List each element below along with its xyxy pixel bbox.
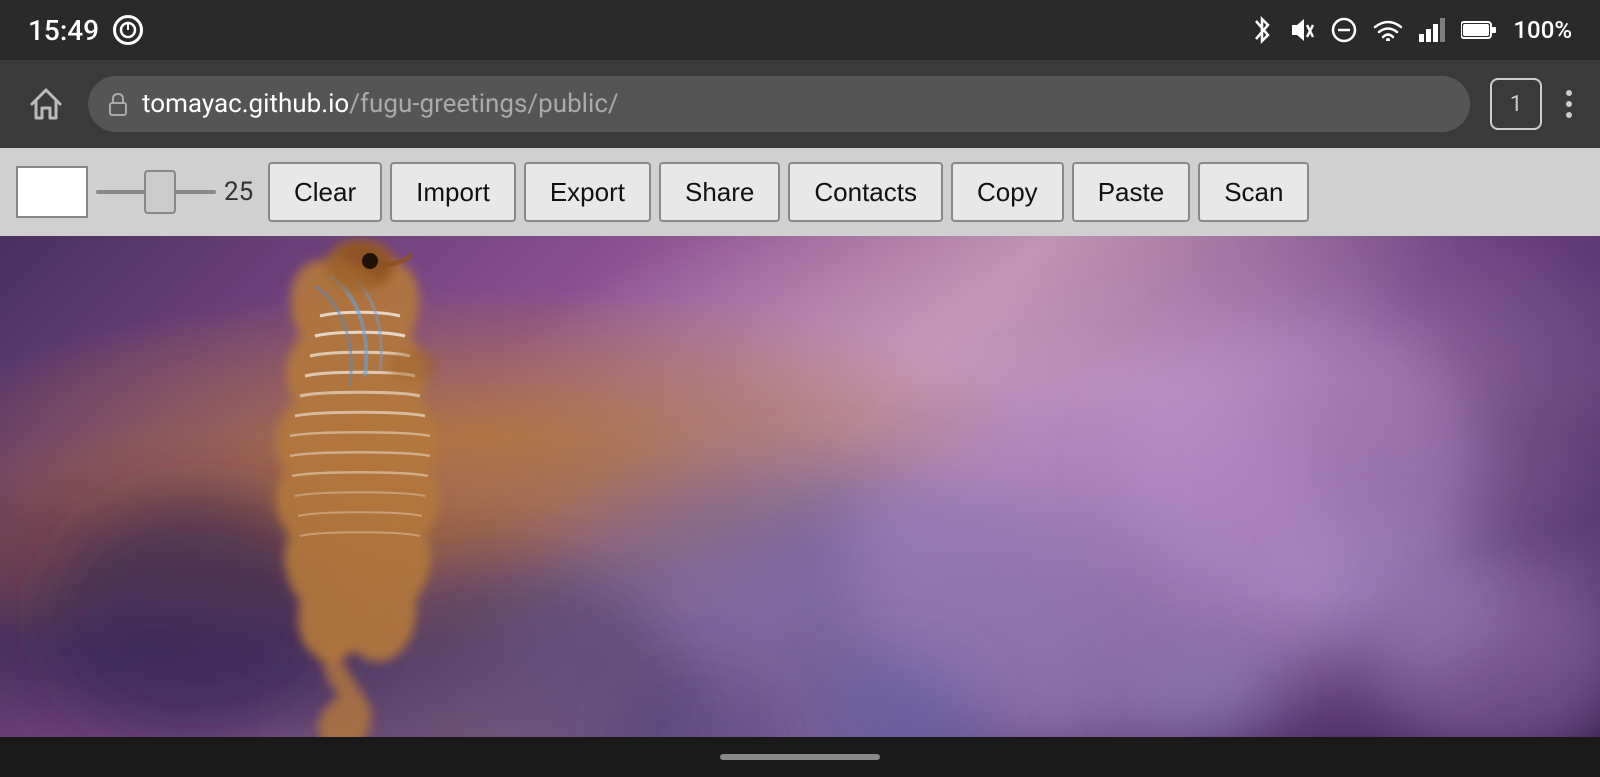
lock-icon (108, 92, 128, 116)
status-left: 15:49 (28, 14, 143, 47)
url-base: tomayac.github.io (142, 89, 349, 119)
menu-dot-2 (1566, 101, 1572, 107)
status-bar: 15:49 (0, 0, 1600, 60)
color-swatch[interactable] (16, 166, 88, 218)
status-app-icon (113, 15, 143, 45)
wifi-icon (1373, 19, 1403, 41)
menu-dot-1 (1566, 90, 1572, 96)
battery-icon (1461, 19, 1497, 41)
url-bar[interactable]: tomayac.github.io/fugu-greetings/public/ (88, 76, 1470, 132)
overflow-menu-button[interactable] (1562, 86, 1576, 122)
home-indicator[interactable] (720, 754, 880, 760)
slider-track[interactable] (96, 190, 216, 194)
tab-switcher-button[interactable]: 1 (1490, 78, 1542, 130)
clear-button[interactable]: Clear (268, 162, 382, 222)
url-text: tomayac.github.io/fugu-greetings/public/ (142, 89, 619, 119)
import-button[interactable]: Import (390, 162, 516, 222)
tab-count: 1 (1510, 92, 1522, 117)
slider-thumb[interactable] (144, 170, 176, 214)
address-bar: tomayac.github.io/fugu-greetings/public/… (0, 60, 1600, 148)
fish-image (0, 236, 1600, 737)
scan-button[interactable]: Scan (1198, 162, 1309, 222)
menu-dot-3 (1566, 112, 1572, 118)
dnd-icon (1331, 17, 1357, 43)
slider-value: 25 (224, 177, 260, 207)
app-toolbar: 25 Clear Import Export Share Contacts Co… (0, 148, 1600, 236)
url-path: /fugu-greetings/public/ (349, 89, 618, 119)
status-right: 100% (1251, 16, 1572, 44)
main-canvas[interactable] (0, 236, 1600, 737)
share-button[interactable]: Share (659, 162, 780, 222)
signal-icon (1419, 18, 1445, 42)
export-button[interactable]: Export (524, 162, 651, 222)
mute-icon (1289, 17, 1315, 43)
status-time: 15:49 (28, 14, 99, 47)
brush-size-slider[interactable]: 25 (96, 177, 260, 207)
paste-button[interactable]: Paste (1072, 162, 1191, 222)
bottom-nav-bar (0, 737, 1600, 777)
contacts-button[interactable]: Contacts (788, 162, 943, 222)
home-button[interactable] (24, 82, 68, 126)
copy-button[interactable]: Copy (951, 162, 1064, 222)
bluetooth-icon (1251, 16, 1273, 44)
battery-percent: 100% (1513, 16, 1572, 44)
